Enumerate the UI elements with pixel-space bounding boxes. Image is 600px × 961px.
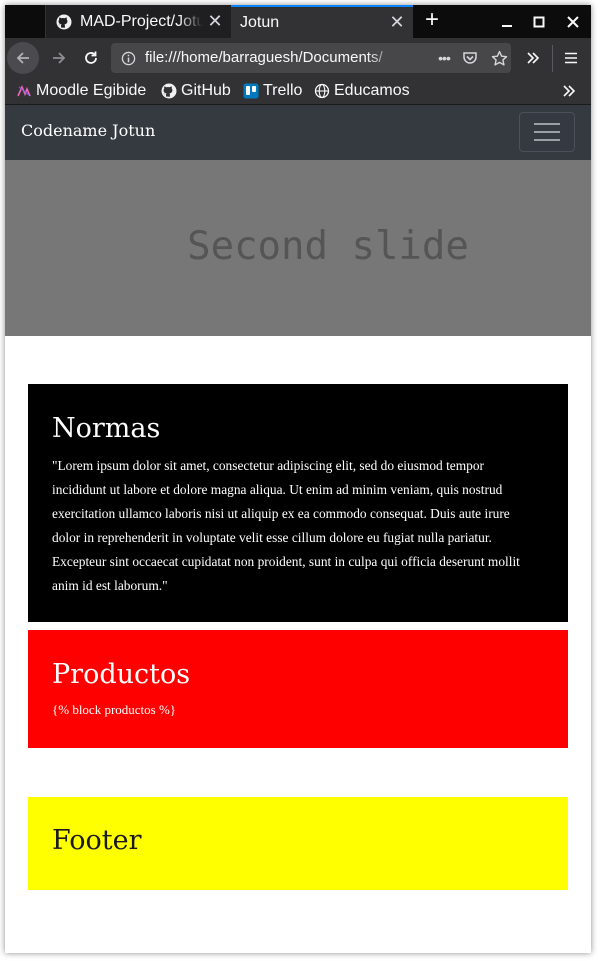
arrow-right-icon xyxy=(53,52,66,64)
productos-section: Productos {% block productos %} xyxy=(28,630,568,748)
github-icon xyxy=(161,83,177,99)
normas-text: "Lorem ipsum dolor sit amet, consectetur… xyxy=(52,458,520,593)
bookmark-label: GitHub xyxy=(181,82,231,99)
minimize-button[interactable] xyxy=(489,5,525,38)
maximize-button[interactable] xyxy=(521,5,557,38)
hamburger-icon xyxy=(565,52,577,64)
reload-icon xyxy=(85,51,97,64)
bookmark-educamos[interactable]: Educamos xyxy=(314,81,410,101)
tab-jotun[interactable]: Jotun ✕ xyxy=(231,5,413,38)
main-menu-button[interactable] xyxy=(555,42,587,74)
productos-title: Productos xyxy=(52,659,191,690)
carousel-slide[interactable]: Second slide xyxy=(5,160,591,336)
bookmark-trello[interactable]: Trello xyxy=(243,81,302,101)
page-actions-icon[interactable]: ••• xyxy=(433,48,455,68)
navbar-toggler-button[interactable] xyxy=(519,112,575,152)
tab-title: Jotun xyxy=(240,13,280,31)
page-content: Codename Jotun Second slide Normas "Lore… xyxy=(5,105,591,953)
back-button[interactable] xyxy=(7,42,39,74)
double-chevron-icon xyxy=(527,52,540,64)
normas-title: Normas xyxy=(52,413,161,444)
arrow-left-icon xyxy=(16,52,29,64)
globe-icon xyxy=(314,83,330,99)
bookmarks-toolbar: Moodle Egibide GitHub Trello Educamos xyxy=(5,78,591,105)
bookmark-star-icon[interactable] xyxy=(488,48,510,68)
site-brand[interactable]: Codename Jotun xyxy=(21,121,155,140)
overflow-menu-button[interactable] xyxy=(517,42,549,74)
toolbar-separator xyxy=(552,45,553,72)
github-icon xyxy=(56,14,72,30)
double-chevron-icon xyxy=(563,85,576,97)
address-bar[interactable]: file:///home/barraguesh/Documents/ ••• xyxy=(111,43,511,73)
hamburger-line xyxy=(534,131,560,133)
close-tab-icon[interactable]: ✕ xyxy=(203,11,227,32)
navigation-toolbar: file:///home/barraguesh/Documents/ ••• xyxy=(5,38,591,78)
bookmark-github[interactable]: GitHub xyxy=(161,81,231,101)
hamburger-line xyxy=(534,123,560,125)
trello-icon xyxy=(243,83,259,99)
site-navbar: Codename Jotun xyxy=(5,105,591,160)
tab-strip: MAD-Project/Jotun ✕ Jotun ✕ + xyxy=(5,5,591,38)
url-text[interactable]: file:///home/barraguesh/Documents/ xyxy=(145,49,397,69)
footer-section: Footer xyxy=(28,797,568,890)
productos-text: {% block productos %} xyxy=(52,702,177,717)
hamburger-line xyxy=(534,139,560,141)
normas-section: Normas "Lorem ipsum dolor sit amet, cons… xyxy=(28,384,568,622)
close-icon xyxy=(567,15,579,28)
bookmark-label: Educamos xyxy=(334,82,410,99)
bookmark-moodle[interactable]: Moodle Egibide xyxy=(16,81,146,101)
bookmark-label: Moodle Egibide xyxy=(36,82,147,99)
close-window-button[interactable] xyxy=(555,5,591,38)
forward-button[interactable] xyxy=(43,42,75,74)
tab-title: MAD-Project/Jotun xyxy=(80,12,203,30)
minimize-icon xyxy=(502,24,512,27)
tab-mad-project[interactable]: MAD-Project/Jotun ✕ xyxy=(45,5,231,38)
new-tab-button[interactable]: + xyxy=(417,6,447,36)
close-tab-icon[interactable]: ✕ xyxy=(385,12,409,33)
info-icon[interactable] xyxy=(117,48,139,68)
browser-window: MAD-Project/Jotun ✕ Jotun ✕ + file:///ho… xyxy=(5,5,591,953)
moodle-icon xyxy=(16,83,32,99)
slide-text: Second slide xyxy=(187,224,469,269)
more-bookmarks-button[interactable] xyxy=(561,81,577,101)
reload-button[interactable] xyxy=(75,42,107,74)
pocket-icon[interactable] xyxy=(459,48,481,68)
footer-title: Footer xyxy=(52,825,142,856)
maximize-icon xyxy=(533,16,545,27)
bookmark-label: Trello xyxy=(263,82,303,99)
